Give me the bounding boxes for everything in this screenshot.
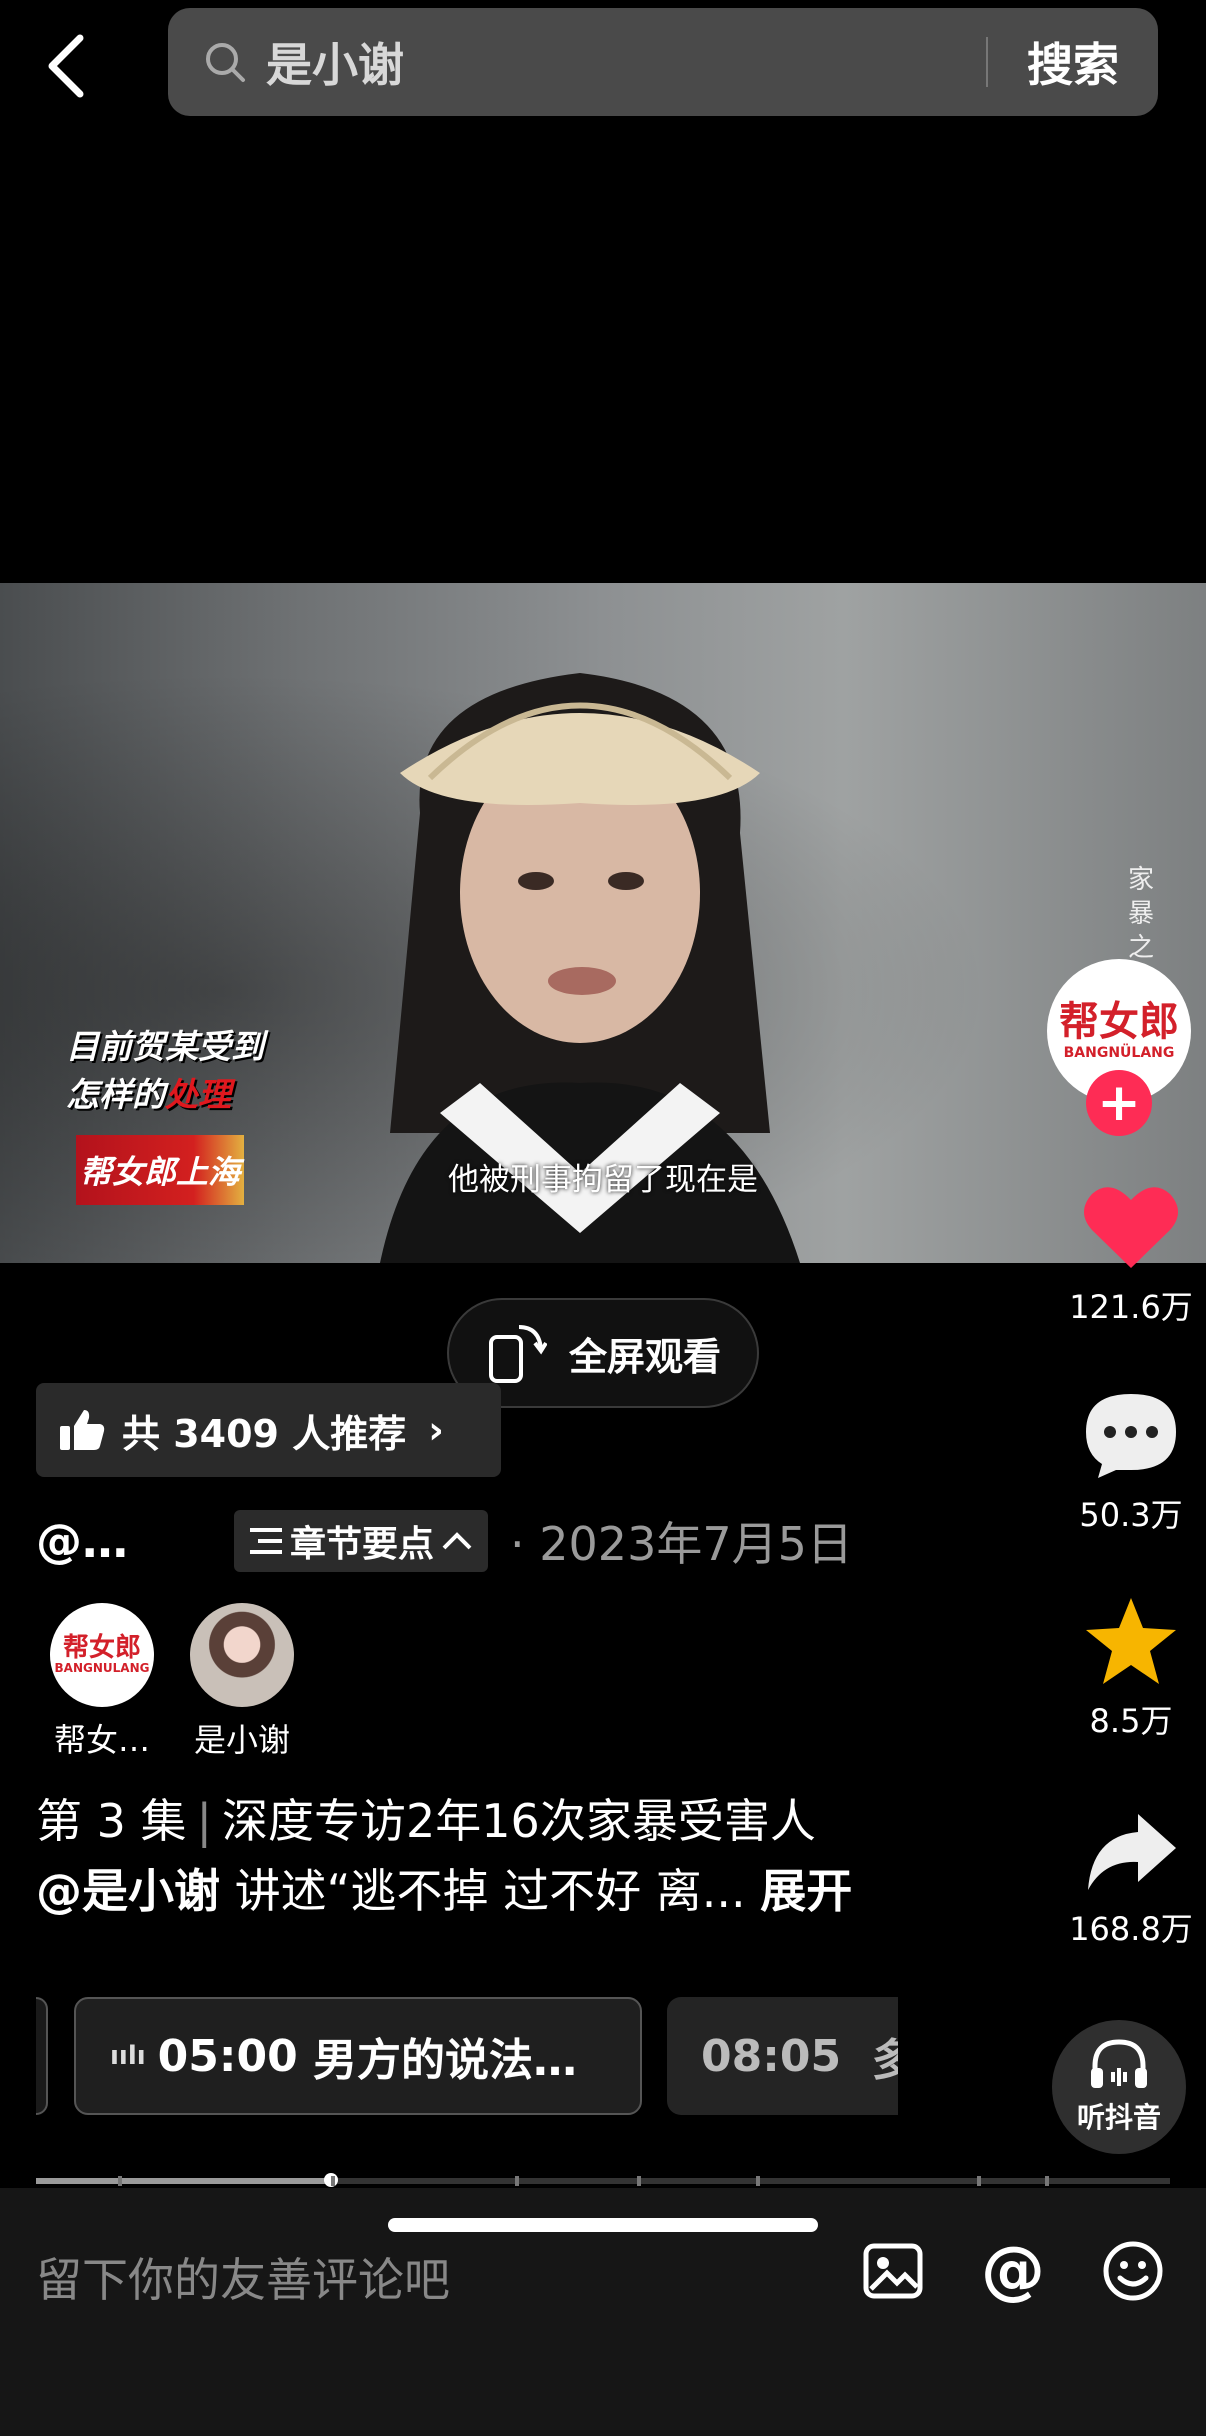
mention-link[interactable]: @是小谢: [36, 1864, 220, 1918]
chapter-label: 男方的说法…: [313, 2035, 578, 2086]
comment-input[interactable]: 留下你的友善评论吧: [36, 2244, 450, 2310]
headphones-icon: [1091, 2039, 1147, 2088]
video-title-line2-b: 处理: [165, 1075, 231, 1114]
home-indicator: [388, 2218, 818, 2232]
video-player[interactable]: 目前贺某受到 怎样的处理 帮女郎上海 他被刑事拘留了现在是 家暴之: [0, 583, 1206, 1263]
description-text: 讲述“逃不掉 过不好 离...: [220, 1864, 746, 1918]
chapter-chip[interactable]: ıılı 05:00 男方的说法…: [74, 1997, 642, 2115]
progress-bar[interactable]: [36, 2173, 1170, 2187]
mention-button[interactable]: @: [978, 2236, 1048, 2306]
rotate-phone-icon: [488, 1325, 547, 1383]
chapter-marker: [637, 2176, 642, 2186]
search-button[interactable]: 搜索: [988, 29, 1158, 95]
chevron-up-icon: [442, 1532, 472, 1550]
video-title-line1: 目前贺某受到: [66, 1027, 264, 1066]
recommend-button[interactable]: 共 3409 人推荐 ›: [36, 1383, 501, 1477]
description-title: 深度专访2年16次家暴受害人: [222, 1794, 816, 1848]
episode-label: 第 3 集: [36, 1794, 187, 1848]
description-separator: |: [196, 1794, 213, 1848]
avatar: 帮女郎 BANGNULANG: [50, 1603, 154, 1707]
author-avatar-sub: BANGNÜLANG: [1063, 1045, 1175, 1061]
author-avatar-text: 帮女郎: [1059, 999, 1179, 1045]
author-row: @… 章节要点 · 2023年7月5日: [36, 1500, 853, 1582]
chapter-time: 08:05: [701, 2030, 842, 2082]
chevron-left-icon: [48, 34, 84, 98]
coauthor-1[interactable]: 帮女郎 BANGNULANG 帮女…: [42, 1603, 162, 1761]
follow-button[interactable]: +: [1086, 1070, 1152, 1136]
thumbs-up-icon: [60, 1410, 105, 1450]
coauthor-2[interactable]: 是小谢: [182, 1603, 302, 1761]
like-count: 121.6万: [1069, 1288, 1193, 1326]
post-date: · 2023年7月5日: [510, 1517, 853, 1571]
star-icon: [1086, 1598, 1176, 1684]
at-icon: @: [981, 2234, 1045, 2308]
video-side-text: 家暴之: [1128, 865, 1155, 963]
image-icon: [863, 2243, 923, 2299]
video-title-line2: 怎样的处理: [66, 1071, 264, 1119]
favorite-count: 8.5万: [1089, 1702, 1173, 1740]
author-handle[interactable]: @…: [36, 1514, 196, 1568]
comment-count: 50.3万: [1079, 1496, 1183, 1534]
chapter-marker: [117, 2176, 122, 2186]
search-icon: [204, 39, 250, 85]
chapter-marker: [1045, 2176, 1050, 2186]
chapter-marker: [330, 2176, 335, 2186]
search-bar[interactable]: 是小谢 搜索: [168, 8, 1158, 116]
progress-fill: [36, 2178, 331, 2184]
chapter-points-button[interactable]: 章节要点: [234, 1510, 489, 1572]
heart-icon: [1084, 1187, 1178, 1268]
search-input[interactable]: 是小谢: [266, 29, 986, 95]
emoji-button[interactable]: [1098, 2236, 1168, 2306]
chapter-marker: [977, 2176, 982, 2186]
image-picker-button[interactable]: [858, 2236, 928, 2306]
coauthor-name: 是小谢: [193, 1721, 290, 1759]
favorite-button[interactable]: 8.5万: [1056, 1596, 1206, 1742]
chapter-label: 多: [871, 2035, 898, 2086]
share-count: 168.8万: [1069, 1910, 1193, 1948]
avatar: [190, 1603, 294, 1707]
audio-bars-icon: ıılı: [110, 2041, 146, 2071]
expand-button[interactable]: 展开: [760, 1864, 852, 1918]
avatar-logo-text: 帮女郎: [62, 1633, 141, 1663]
chapter-chip[interactable]: 08:05 多: [667, 1997, 898, 2115]
fullscreen-label: 全屏观看: [568, 1334, 721, 1379]
comment-button[interactable]: 50.3万: [1056, 1390, 1206, 1536]
description-line1: 第 3 集 | 深度专访2年16次家暴受害人: [36, 1786, 1036, 1856]
like-button[interactable]: 121.6万: [1056, 1182, 1206, 1328]
chapter-chip-previous[interactable]: [36, 1997, 48, 2115]
video-subtitle: 他被刑事拘留了现在是: [448, 1162, 758, 1198]
chapter-time: 05:00: [157, 2030, 298, 2082]
emoji-icon: [1103, 2241, 1163, 2301]
chapter-marker: [514, 2176, 519, 2186]
share-icon: [1088, 1814, 1176, 1890]
chapter-list[interactable]: ıılı 05:00 男方的说法… 08:05 多: [36, 1997, 898, 2117]
post-date-value: 2023年7月5日: [539, 1517, 853, 1571]
chapter-marker: [756, 2176, 761, 2186]
video-title-line2-a: 怎样的: [66, 1075, 165, 1114]
comment-icon: [1086, 1394, 1176, 1478]
video-overlay-title: 目前贺某受到 怎样的处理: [66, 1023, 264, 1119]
share-button[interactable]: 168.8万: [1056, 1810, 1206, 1950]
video-description: 第 3 集 | 深度专访2年16次家暴受害人 @是小谢 讲述“逃不掉 过不好 离..…: [36, 1786, 1036, 1926]
coauthor-name: 帮女…: [53, 1721, 150, 1759]
back-button[interactable]: [36, 30, 96, 102]
listen-button[interactable]: 听抖音: [1052, 2020, 1186, 2154]
recommend-label: 共 3409 人推荐: [122, 1411, 407, 1456]
list-icon: [250, 1528, 282, 1554]
description-line2: @是小谢 讲述“逃不掉 过不好 离... 展开: [36, 1856, 1036, 1926]
plus-icon: +: [1097, 1073, 1141, 1133]
avatar-logo-sub: BANGNULANG: [54, 1661, 150, 1675]
listen-label: 听抖音: [1076, 2101, 1161, 2134]
chapter-points-label: 章节要点: [290, 1524, 435, 1565]
chevron-right-icon: ›: [428, 1408, 444, 1452]
